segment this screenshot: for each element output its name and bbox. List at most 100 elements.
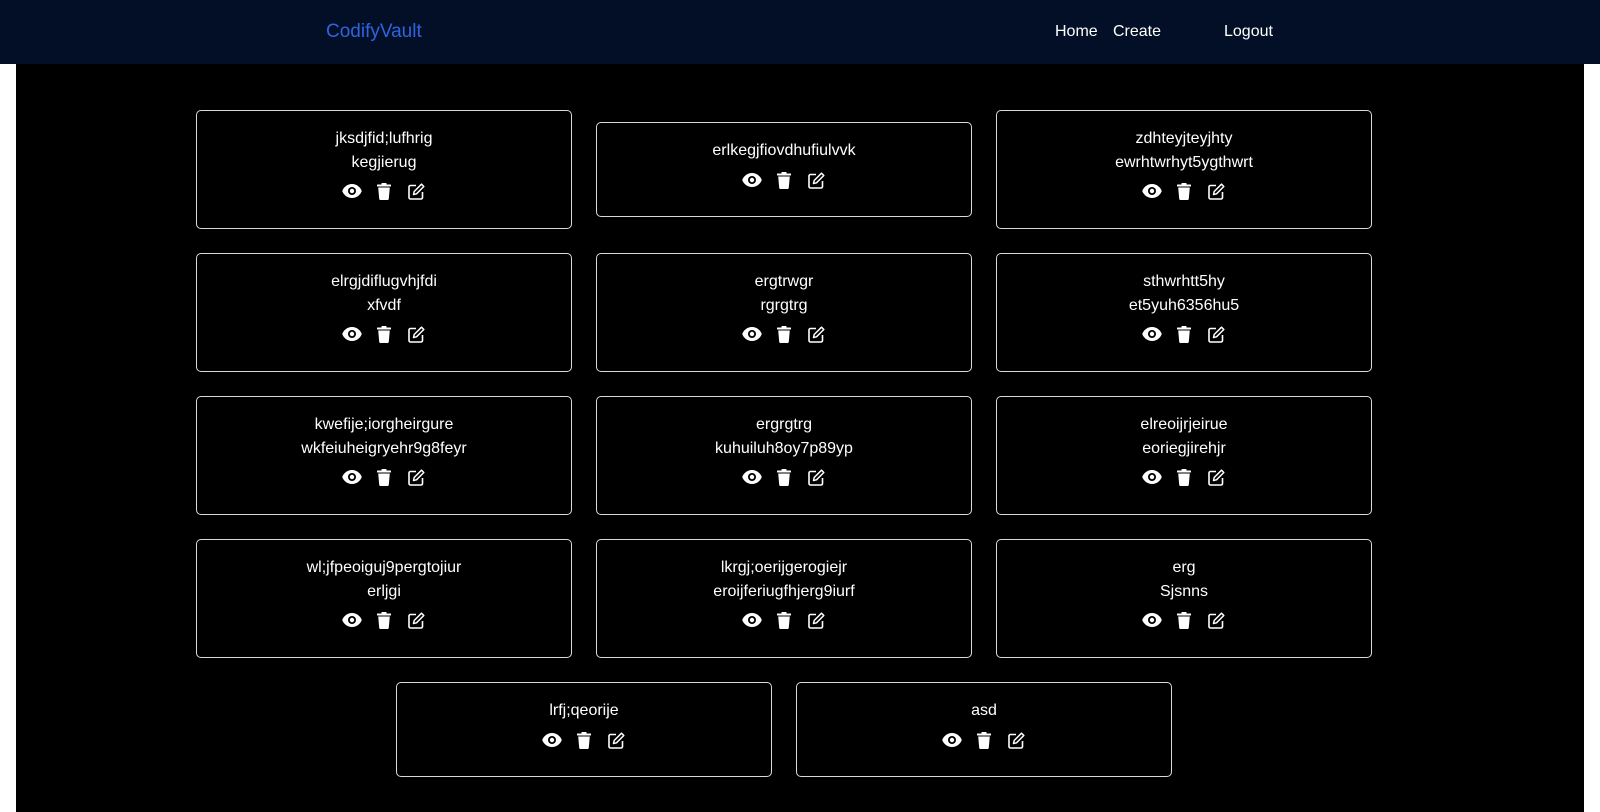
- delete-button[interactable]: [374, 467, 394, 487]
- snippet-card: ergtrwgr rgrgtrg: [596, 253, 972, 372]
- page: CodifyVault Home Create Logout jksdjfid;…: [0, 0, 1600, 812]
- delete-button[interactable]: [1174, 324, 1194, 344]
- delete-button[interactable]: [574, 730, 594, 750]
- eye-icon: [742, 613, 762, 627]
- delete-button[interactable]: [774, 610, 794, 630]
- snippet-actions: [597, 324, 971, 344]
- view-button[interactable]: [742, 610, 762, 630]
- edit-button[interactable]: [806, 610, 826, 630]
- edit-button[interactable]: [806, 170, 826, 190]
- nav-logout-link[interactable]: Logout: [1224, 23, 1273, 41]
- edit-button[interactable]: [1206, 610, 1226, 630]
- view-button[interactable]: [542, 730, 562, 750]
- snippet-card: zdhteyjteyjhty ewrhtwrhyt5ygthwrt: [996, 110, 1372, 229]
- view-button[interactable]: [742, 170, 762, 190]
- eye-icon: [742, 327, 762, 341]
- snippet-actions: [197, 610, 571, 630]
- snippet-description: kegjierug: [351, 154, 417, 171]
- snippet-title: sthwrhtt5hy: [1143, 273, 1225, 290]
- snippet-card: kwefije;iorgheirgure wkfeiuheigryehr9g8fe…: [196, 396, 572, 515]
- snippet-card: sthwrhtt5hy et5yuh6356hu5: [996, 253, 1372, 372]
- view-button[interactable]: [1142, 181, 1162, 201]
- delete-button[interactable]: [774, 467, 794, 487]
- delete-button[interactable]: [374, 610, 394, 630]
- delete-button[interactable]: [1174, 467, 1194, 487]
- edit-button[interactable]: [406, 181, 426, 201]
- trash-icon: [777, 325, 791, 343]
- view-button[interactable]: [742, 467, 762, 487]
- edit-button[interactable]: [406, 324, 426, 344]
- snippet-card: elrgjdiflugvhjfdi xfvdf: [196, 253, 572, 372]
- edit-icon: [807, 611, 825, 629]
- edit-button[interactable]: [406, 610, 426, 630]
- snippet-description: xfvdf: [367, 297, 401, 314]
- edit-button[interactable]: [806, 324, 826, 344]
- trash-icon: [1177, 182, 1191, 200]
- edit-button[interactable]: [1006, 730, 1026, 750]
- navbar: CodifyVault Home Create Logout: [0, 0, 1600, 64]
- view-button[interactable]: [342, 467, 362, 487]
- delete-button[interactable]: [374, 324, 394, 344]
- eye-icon: [942, 733, 962, 747]
- snippet-description: et5yuh6356hu5: [1128, 297, 1240, 314]
- edit-icon: [407, 325, 425, 343]
- nav-home-link[interactable]: Home: [1055, 23, 1098, 41]
- view-button[interactable]: [1142, 324, 1162, 344]
- snippet-actions: [597, 170, 971, 190]
- eye-icon: [342, 327, 362, 341]
- snippet-card: jksdjfid;lufhrig kegjierug: [196, 110, 572, 229]
- delete-button[interactable]: [774, 170, 794, 190]
- snippet-card: wl;jfpeoiguj9pergtojiur erljgi: [196, 539, 572, 658]
- edit-button[interactable]: [406, 467, 426, 487]
- trash-icon: [1177, 325, 1191, 343]
- snippet-title: ergrgtrg: [755, 416, 813, 433]
- snippet-description: ewrhtwrhyt5ygthwrt: [1115, 154, 1253, 171]
- view-button[interactable]: [342, 181, 362, 201]
- brand-logo[interactable]: CodifyVault: [326, 21, 422, 43]
- view-button[interactable]: [742, 324, 762, 344]
- snippet-title: lkrgj;oerijgerogiejr: [720, 559, 848, 576]
- snippet-title: erg: [1172, 559, 1196, 576]
- view-button[interactable]: [342, 610, 362, 630]
- snippet-actions: [997, 467, 1371, 487]
- delete-button[interactable]: [1174, 610, 1194, 630]
- view-button[interactable]: [942, 730, 962, 750]
- snippet-actions: [197, 324, 571, 344]
- eye-icon: [742, 173, 762, 187]
- edit-button[interactable]: [606, 730, 626, 750]
- snippet-description: eoriegjirehjr: [1142, 440, 1226, 457]
- trash-icon: [377, 182, 391, 200]
- snippet-grid: jksdjfid;lufhrig kegjierug erlkegjfiovdhuf…: [16, 64, 1584, 812]
- snippet-actions: [797, 730, 1171, 750]
- delete-button[interactable]: [974, 730, 994, 750]
- eye-icon: [342, 613, 362, 627]
- edit-icon: [407, 468, 425, 486]
- edit-button[interactable]: [1206, 467, 1226, 487]
- snippet-title: elrgjdiflugvhjfdi: [331, 273, 437, 290]
- delete-button[interactable]: [1174, 181, 1194, 201]
- snippet-description: rgrgtrg: [760, 297, 808, 314]
- delete-button[interactable]: [374, 181, 394, 201]
- snippet-card: ergrgtrg kuhuiluh8oy7p89yp: [596, 396, 972, 515]
- edit-button[interactable]: [806, 467, 826, 487]
- trash-icon: [977, 731, 991, 749]
- eye-icon: [1142, 470, 1162, 484]
- view-button[interactable]: [1142, 467, 1162, 487]
- trash-icon: [777, 171, 791, 189]
- eye-icon: [1142, 613, 1162, 627]
- edit-button[interactable]: [1206, 324, 1226, 344]
- snippet-actions: [397, 730, 771, 750]
- snippet-title: kwefije;iorgheirgure: [314, 416, 454, 433]
- snippet-card: elreoijrjeirue eoriegjirehjr: [996, 396, 1372, 515]
- view-button[interactable]: [1142, 610, 1162, 630]
- snippet-title: lrfj;qeorije: [549, 702, 619, 719]
- snippet-title: zdhteyjteyjhty: [1135, 130, 1233, 147]
- trash-icon: [777, 611, 791, 629]
- snippet-card: asd: [796, 682, 1172, 777]
- delete-button[interactable]: [774, 324, 794, 344]
- edit-button[interactable]: [1206, 181, 1226, 201]
- nav-create-link[interactable]: Create: [1113, 23, 1161, 41]
- eye-icon: [342, 184, 362, 198]
- trash-icon: [577, 731, 591, 749]
- view-button[interactable]: [342, 324, 362, 344]
